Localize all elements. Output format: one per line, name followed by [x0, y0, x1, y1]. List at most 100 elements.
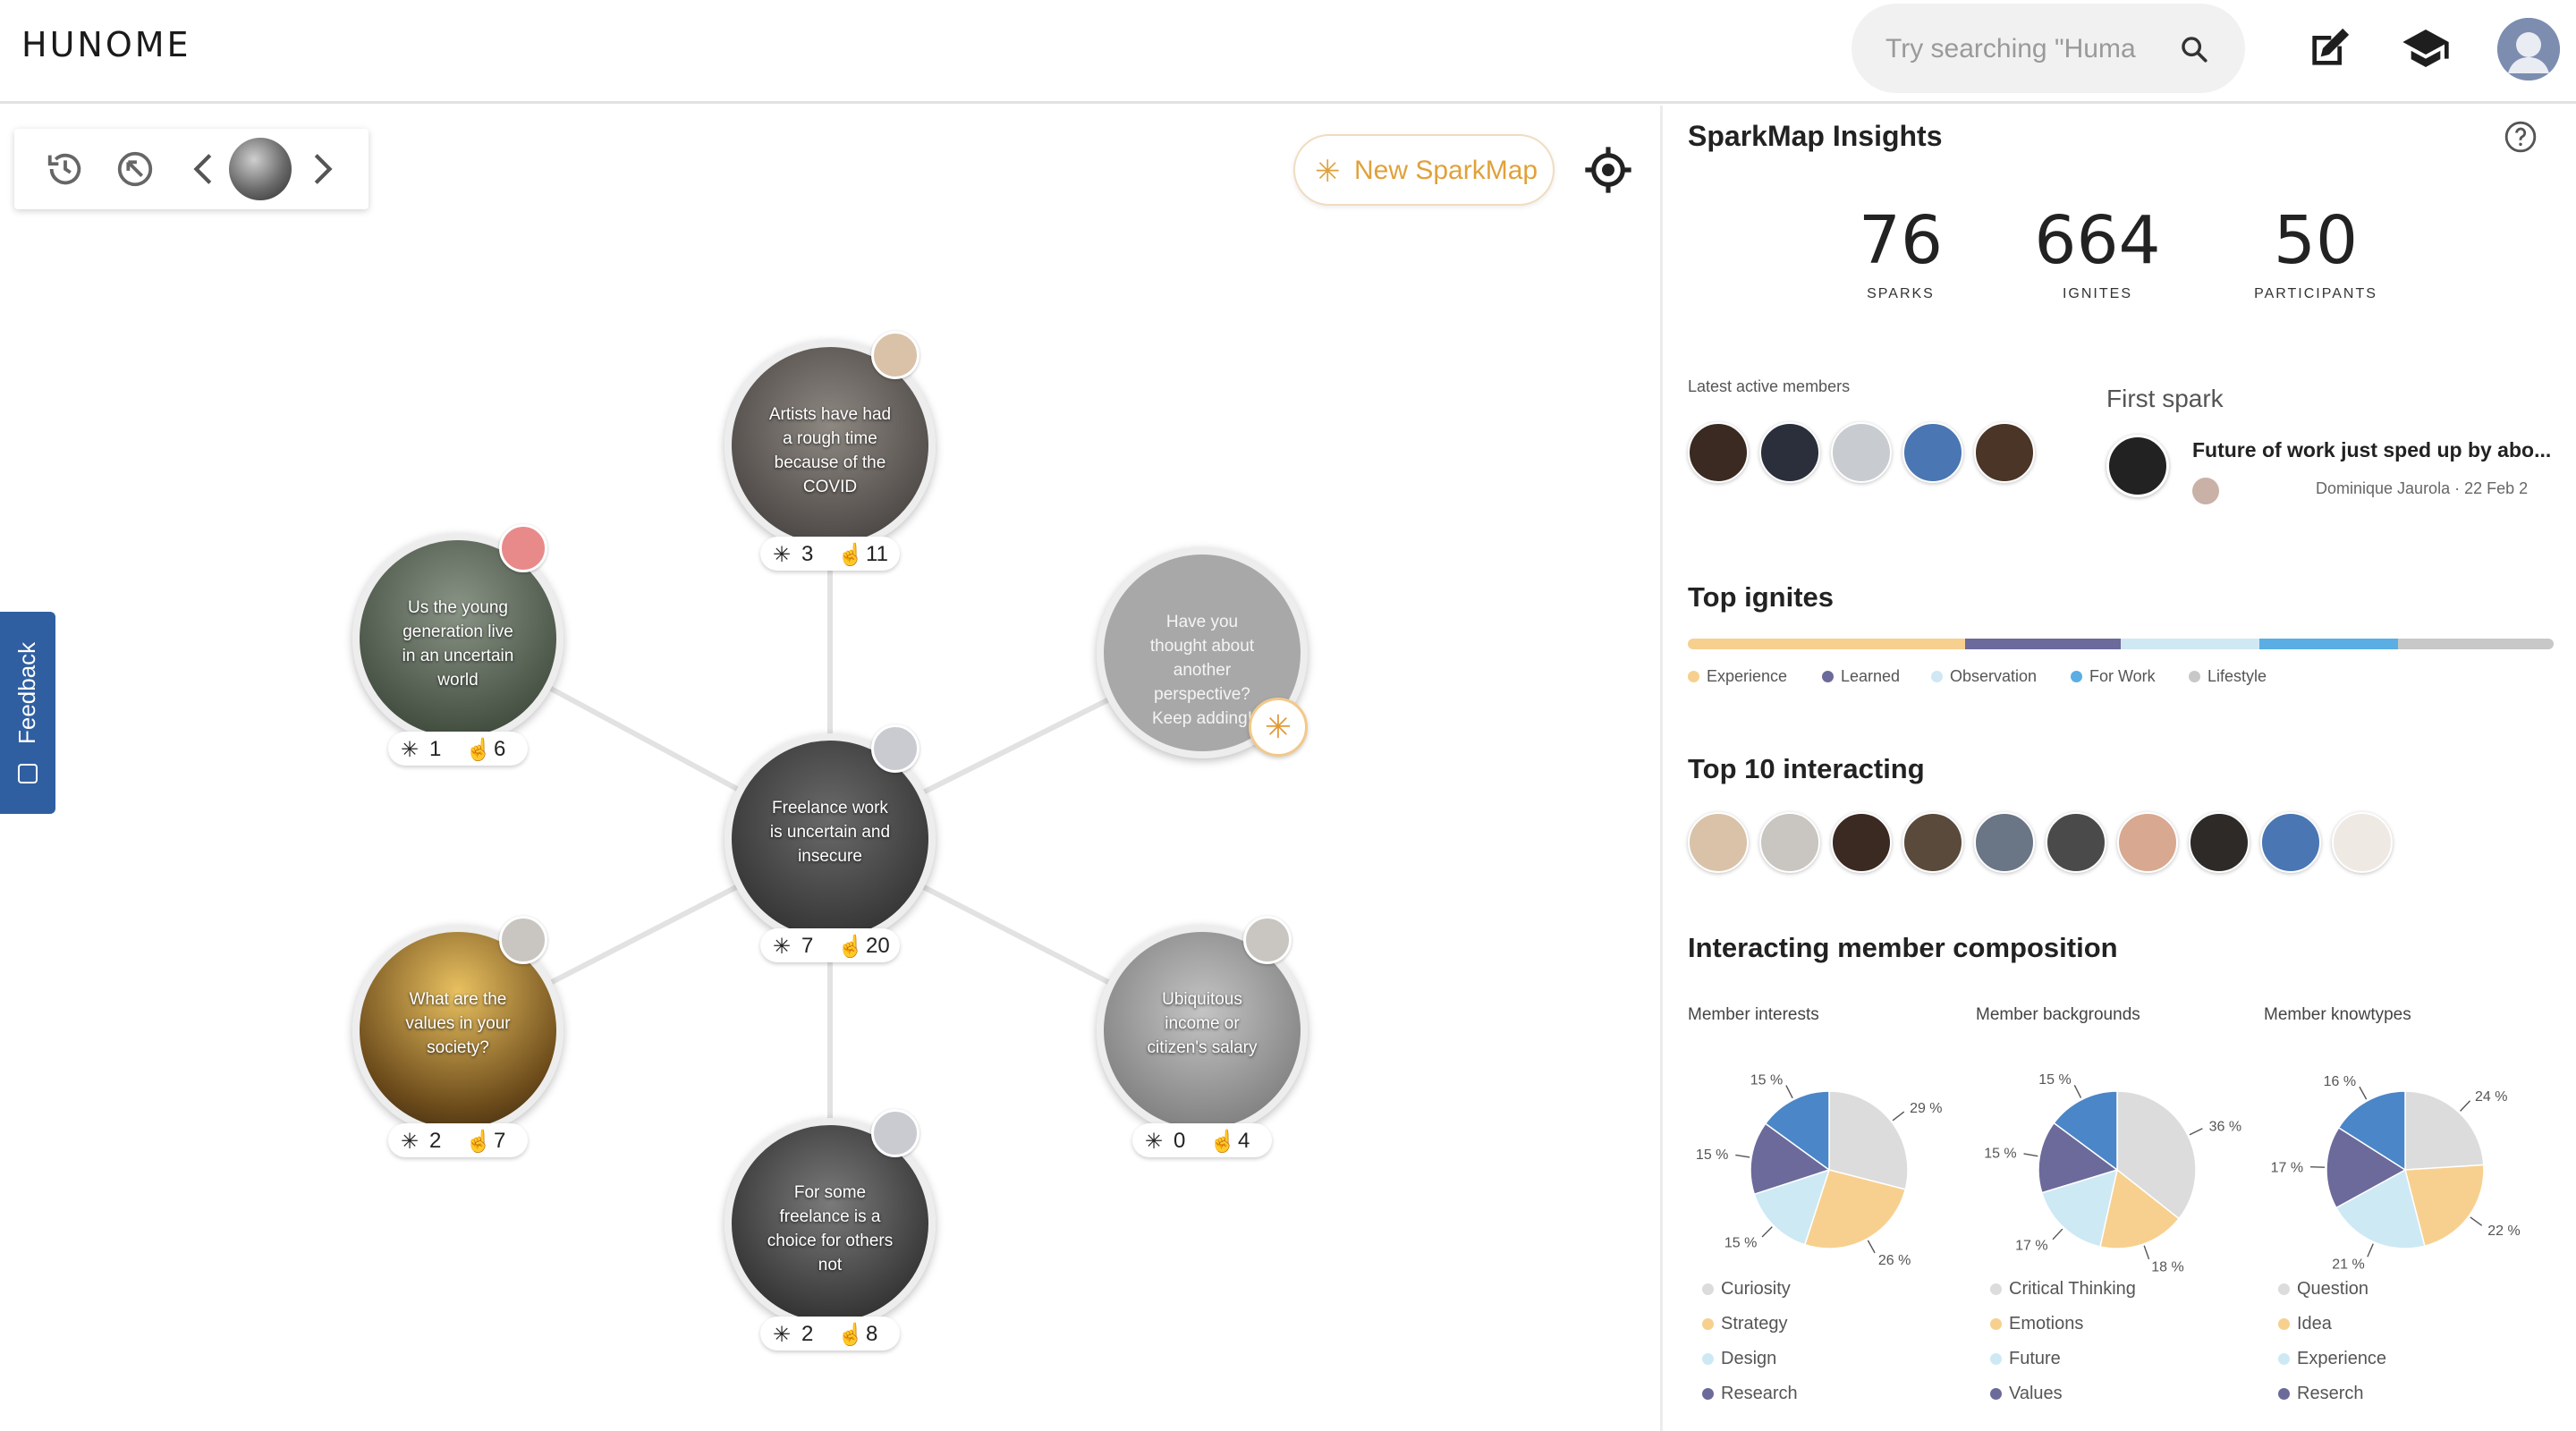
legend-label: Critical Thinking	[2009, 1279, 2136, 1299]
member-avatar[interactable]	[1688, 422, 1749, 483]
metric-value: 76	[1858, 202, 1944, 279]
legend-dot	[1702, 1353, 1714, 1365]
spark-author-avatar[interactable]	[1243, 916, 1292, 964]
pie-slice-label: 18 %	[2151, 1259, 2183, 1274]
pie-label-leader	[2023, 1153, 2038, 1157]
pie-legend-item: Design	[1702, 1349, 1798, 1384]
legend-dot	[1990, 1318, 2002, 1330]
spark-author-avatar[interactable]	[499, 524, 547, 572]
pie-slice-label: 15 %	[1696, 1147, 1728, 1163]
legend-dot	[2278, 1318, 2290, 1330]
sparkmap-canvas[interactable]: Freelance work is uncertain and insecure…	[0, 106, 1660, 1431]
legend-label: Strategy	[1721, 1314, 1788, 1334]
spark-author-avatar[interactable]	[871, 724, 919, 773]
spark-author-avatar[interactable]	[871, 1109, 919, 1157]
ignite-segment	[1688, 639, 1965, 649]
edit-icon[interactable]	[2304, 23, 2354, 73]
ignite-icon: ☝	[837, 1323, 864, 1347]
graduation-cap-icon[interactable]	[2401, 23, 2451, 73]
interacting-member-avatar[interactable]	[2260, 812, 2321, 873]
ignite-count: 11	[866, 542, 888, 566]
interacting-member-avatar[interactable]	[1759, 812, 1820, 873]
spark-icon: ✳	[401, 1130, 419, 1154]
pie-legend-item: Idea	[2278, 1314, 2386, 1349]
pie-legend-item: Experience	[2278, 1349, 2386, 1384]
member-avatar[interactable]	[1759, 422, 1820, 483]
ignite-legend-item: For Work	[2071, 667, 2156, 686]
pie-label-leader	[2359, 1086, 2368, 1100]
pie-slice-label: 15 %	[1750, 1072, 1783, 1088]
legend-dot	[1990, 1353, 2002, 1365]
legend-dot	[1702, 1283, 1714, 1295]
app-logo[interactable]: HUNOME	[21, 25, 191, 64]
metric-sparks: 76 SPARKS	[1802, 204, 1999, 302]
search-input[interactable]	[1884, 27, 2156, 72]
pie-svg: 36 % 18 % 17 % 15 % 15 %	[1984, 1072, 2241, 1274]
ignite-icon: ☝	[1209, 1130, 1236, 1154]
first-spark-text[interactable]: Future of work just sped up by abo...	[2192, 438, 2568, 462]
pie-legend-item: Reserch	[2278, 1384, 2386, 1418]
metric-value: 50	[2273, 202, 2359, 279]
spark-text: Have you thought about another perspecti…	[1149, 612, 1255, 728]
history-icon[interactable]	[45, 148, 86, 190]
first-spark-avatar[interactable]	[2106, 435, 2169, 497]
legend-label: Learned	[1841, 667, 1901, 685]
help-icon[interactable]	[2504, 120, 2538, 154]
feedback-icon	[18, 764, 38, 783]
pie-slice-label: 17 %	[2271, 1160, 2303, 1175]
pie-slice-label: 26 %	[1878, 1253, 1911, 1268]
first-spark-title: First spark	[2106, 385, 2224, 412]
composition-title: Interacting member composition	[1688, 932, 2118, 963]
ignite-legend-item: Learned	[1822, 667, 1900, 686]
pie-label-leader	[1867, 1240, 1876, 1254]
current-map-avatar[interactable]	[229, 138, 292, 200]
interacting-member-avatar[interactable]	[2189, 812, 2250, 873]
interacting-member-avatar[interactable]	[2046, 812, 2106, 873]
ignite-count: 7	[494, 1129, 506, 1153]
legend-label: Future	[2009, 1349, 2061, 1368]
legend-label: Reserch	[2297, 1384, 2364, 1403]
feedback-tab[interactable]: Feedback	[0, 612, 55, 814]
search-box[interactable]	[1852, 4, 2245, 93]
interacting-member-avatar[interactable]	[2332, 812, 2393, 873]
search-icon[interactable]	[2179, 34, 2209, 64]
spark-count: 2	[429, 1129, 442, 1153]
interacting-member-avatar[interactable]	[1831, 812, 1892, 873]
new-sparkmap-button[interactable]: ✳ New SparkMap	[1293, 134, 1555, 206]
legend-dot	[2278, 1283, 2290, 1295]
chevron-left-icon[interactable]	[184, 148, 225, 190]
member-avatar[interactable]	[1831, 422, 1892, 483]
spark-stats: ✳ 2 ☝ 8	[760, 1317, 900, 1351]
new-sparkmap-label: New SparkMap	[1354, 156, 1538, 185]
ignite-segment	[2397, 639, 2554, 649]
member-avatar[interactable]	[1902, 422, 1963, 483]
spark-stats: ✳ 2 ☝ 7	[388, 1123, 528, 1157]
spark-author-avatar[interactable]	[871, 331, 919, 379]
interacting-member-avatar[interactable]	[2117, 812, 2178, 873]
member-avatar[interactable]	[1974, 422, 2035, 483]
top-ignites-title: Top ignites	[1688, 581, 1835, 613]
ignite-segment	[1964, 639, 2121, 649]
user-avatar[interactable]	[2497, 18, 2560, 80]
interacting-member-avatar[interactable]	[1902, 812, 1963, 873]
spark-icon: ✳	[1315, 155, 1341, 189]
legend-label: Experience	[2297, 1349, 2387, 1368]
pie-svg: 29 % 26 % 15 % 15 % 15 %	[1696, 1072, 1943, 1268]
legend-label: For Work	[2089, 667, 2156, 685]
spark-author-avatar[interactable]	[499, 916, 547, 964]
pie-slice[interactable]	[2404, 1090, 2485, 1171]
spark-icon: ✳	[773, 1323, 792, 1347]
interacting-member-avatar[interactable]	[1974, 812, 2035, 873]
add-spark-button[interactable]: ✳	[1249, 698, 1308, 757]
locate-icon[interactable]	[1583, 145, 1633, 195]
insights-panel: SparkMap Insights 76 SPARKS 664 IGNITES …	[1660, 106, 2576, 1431]
legend-dot	[1990, 1283, 2002, 1295]
spark-text: Ubiquitous income or citizen's salary	[1147, 989, 1258, 1057]
interacting-member-avatar[interactable]	[1688, 812, 1749, 873]
recenter-icon[interactable]	[114, 148, 156, 190]
legend-label: Research	[1721, 1384, 1798, 1403]
chevron-right-icon[interactable]	[301, 148, 342, 190]
meta-separator: ·	[2454, 479, 2461, 497]
ignite-count: 6	[494, 737, 506, 761]
metric-label: SPARKS	[1867, 286, 1935, 301]
